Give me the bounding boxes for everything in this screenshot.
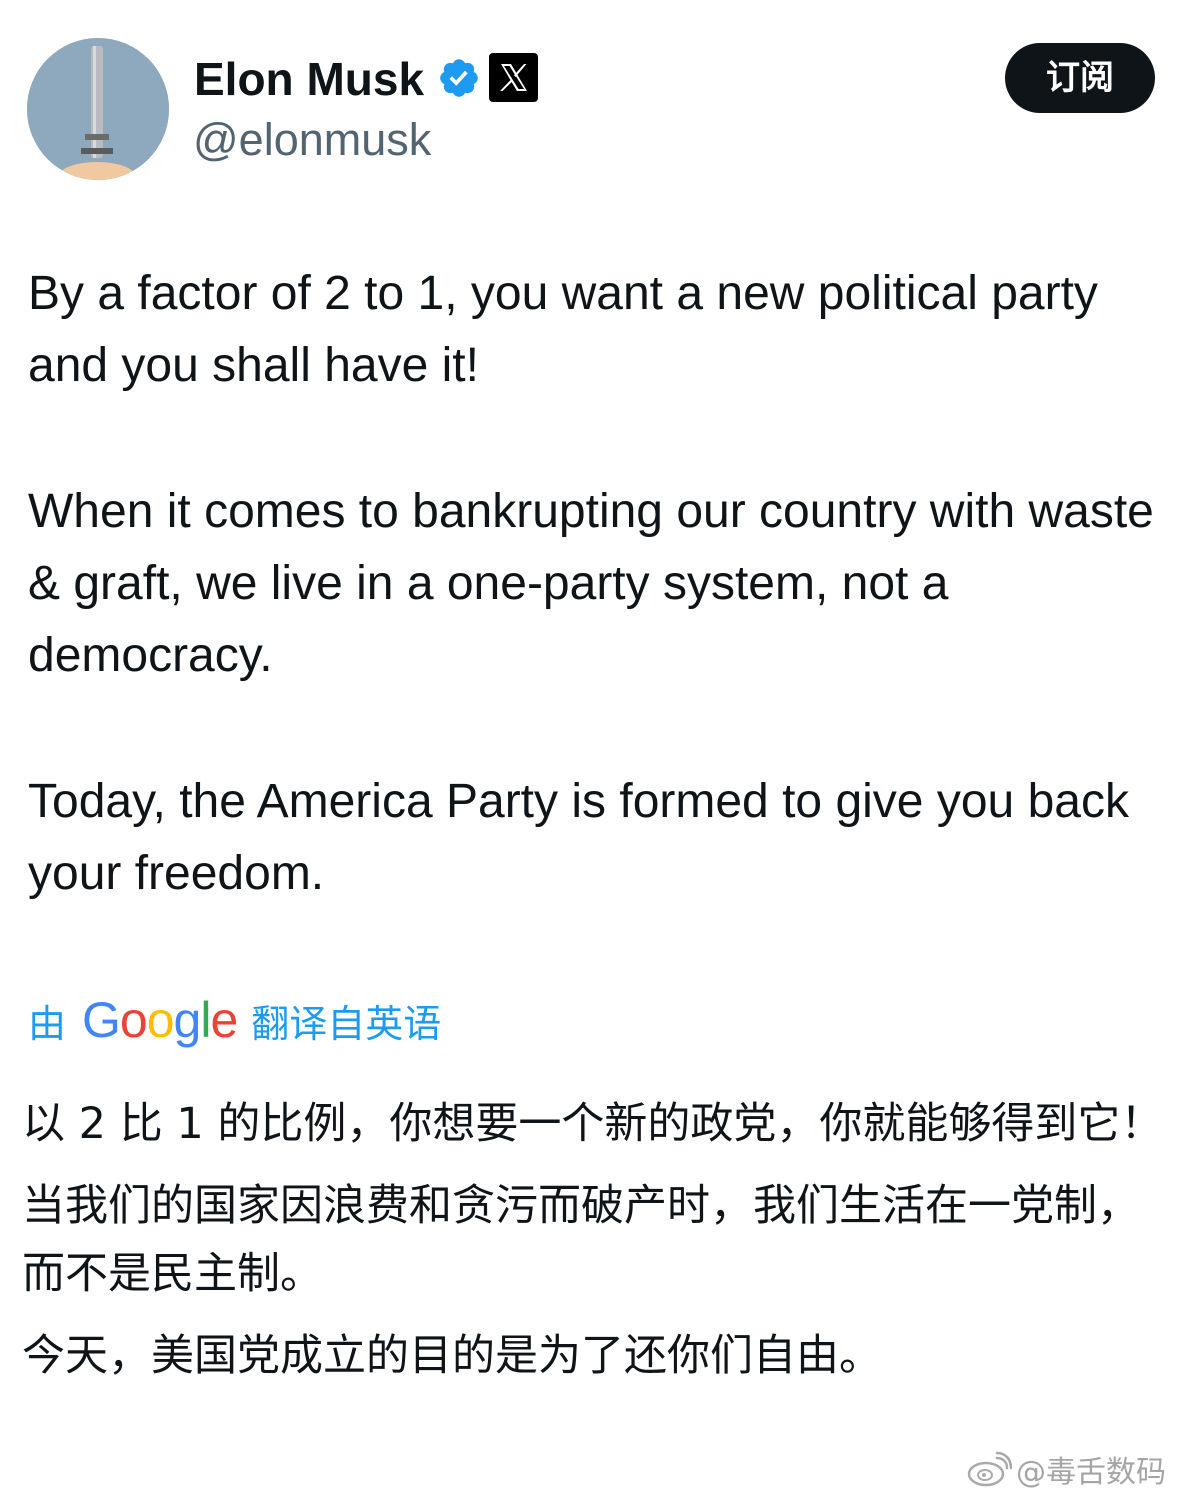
avatar[interactable] bbox=[27, 38, 169, 180]
translated-paragraph: 当我们的国家因浪费和贪污而破产时，我们生活在一党制，而不是民主制。 bbox=[22, 1181, 1140, 1299]
translated-paragraph: 今天，美国党成立的目的是为了还你们自由。 bbox=[22, 1331, 882, 1381]
watermark-text: @毒舌数码 bbox=[1016, 1455, 1166, 1490]
tweet-body: By a factor of 2 to 1, you want a new po… bbox=[28, 258, 1168, 910]
tweet-paragraph: When it comes to bankrupting our country… bbox=[28, 485, 1154, 682]
translation-prefix: 由 bbox=[28, 1001, 67, 1046]
google-logo: Google bbox=[82, 992, 238, 1048]
subscribe-button[interactable]: 订阅 bbox=[1005, 43, 1155, 113]
tweet-paragraph: By a factor of 2 to 1, you want a new po… bbox=[28, 267, 1098, 392]
user-handle[interactable]: @elonmusk bbox=[193, 112, 431, 168]
weibo-logo-icon bbox=[967, 1451, 1012, 1487]
translation-suffix: 翻译自英语 bbox=[251, 1001, 442, 1046]
rocket-launch-image bbox=[27, 38, 169, 180]
translation-attribution[interactable]: 由 Google 翻译自英语 bbox=[28, 990, 441, 1050]
watermark: @毒舌数码 bbox=[966, 1447, 1166, 1491]
translated-body: 以 2 比 1 的比例，你想要一个新的政党，你就能够得到它！ 当我们的国家因浪费… bbox=[22, 1090, 1174, 1390]
translated-paragraph: 以 2 比 1 的比例，你想要一个新的政党，你就能够得到它！ bbox=[22, 1099, 1164, 1149]
tweet-paragraph: Today, the America Party is formed to gi… bbox=[28, 775, 1129, 900]
display-name[interactable]: Elon Musk bbox=[194, 50, 424, 108]
x-logo-icon bbox=[489, 53, 538, 102]
verified-badge-icon bbox=[440, 59, 478, 97]
